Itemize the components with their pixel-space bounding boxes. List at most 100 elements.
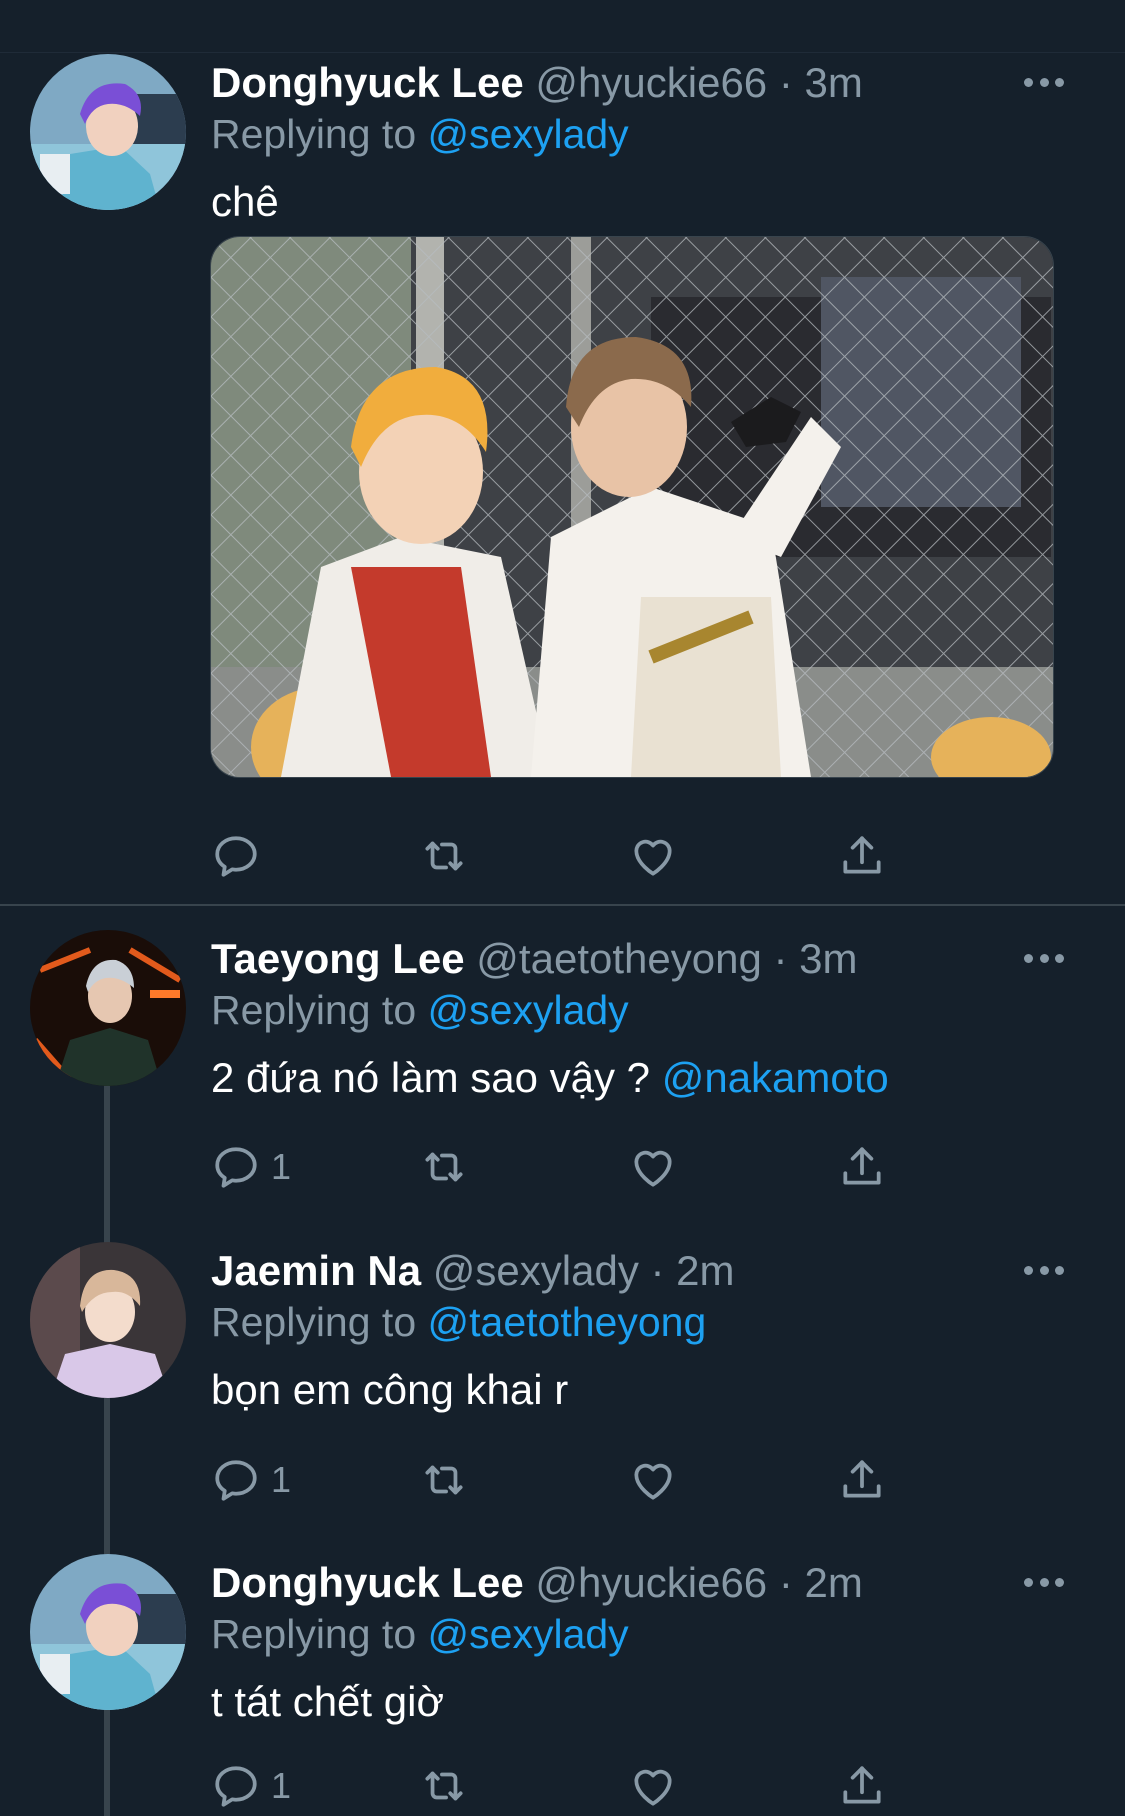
retweet-icon [419, 831, 469, 881]
retweet-button[interactable] [419, 1137, 469, 1197]
like-button[interactable] [628, 1450, 678, 1510]
tweet-header: Taeyong Lee @taetotheyong · 3m [211, 930, 858, 988]
author-handle[interactable]: @hyuckie66 [535, 1559, 767, 1606]
like-icon [628, 1761, 678, 1811]
reply-icon [211, 1142, 261, 1192]
author-handle[interactable]: @taetotheyong [476, 935, 762, 982]
tweet[interactable]: Donghyuck Lee @hyuckie66 · 2m Replying t… [0, 1554, 1125, 1816]
tweet[interactable]: Jaemin Na @sexylady · 2m Replying to @ta… [0, 1242, 1125, 1542]
replying-to-line: Replying to @sexylady [211, 1606, 629, 1662]
tweet-text-content: chê [211, 178, 279, 225]
more-options-icon[interactable] [1024, 1260, 1064, 1280]
tweet-actions: 1 [211, 1450, 931, 1510]
avatar[interactable] [30, 54, 186, 210]
tweet-text-content: bọn em công khai r [211, 1366, 569, 1413]
tweet-actions: 1 [211, 1756, 931, 1816]
share-icon [837, 831, 887, 881]
avatar[interactable] [30, 1554, 186, 1710]
top-bar [0, 0, 1125, 53]
share-icon [837, 1142, 887, 1192]
tweet-text-content: t tát chết giờ [211, 1678, 444, 1725]
retweet-button[interactable] [419, 1450, 469, 1510]
tweet-actions [211, 826, 931, 886]
more-options-icon[interactable] [1024, 1572, 1064, 1592]
like-button[interactable] [628, 826, 678, 886]
tweet-media[interactable] [210, 236, 1054, 778]
author-name[interactable]: Donghyuck Lee [211, 1559, 524, 1606]
replying-to-prefix: Replying to [211, 1299, 417, 1345]
reply-button[interactable]: 1 [211, 1450, 291, 1510]
replying-to-mention[interactable]: @sexylady [428, 987, 629, 1033]
tweet[interactable]: Taeyong Lee @taetotheyong · 3m Replying … [0, 930, 1125, 1230]
avatar[interactable] [30, 930, 186, 1086]
timestamp[interactable]: 2m [676, 1247, 734, 1294]
replying-to-prefix: Replying to [211, 1611, 417, 1657]
like-icon [628, 1455, 678, 1505]
reply-button[interactable]: 1 [211, 1137, 291, 1197]
author-name[interactable]: Donghyuck Lee [211, 59, 524, 106]
avatar-image [30, 54, 186, 210]
retweet-icon [419, 1761, 469, 1811]
separator-dot: · [778, 1559, 793, 1606]
share-button[interactable] [837, 1450, 887, 1510]
share-button[interactable] [837, 1756, 887, 1816]
avatar-image [30, 1242, 186, 1398]
tweet-text: chê [211, 174, 279, 230]
author-handle[interactable]: @sexylady [433, 1247, 639, 1294]
tweet-text: t tát chết giờ [211, 1674, 444, 1730]
share-button[interactable] [837, 826, 887, 886]
avatar-image [30, 930, 186, 1086]
tweet-text-content: 2 đứa nó làm sao vậy ? [211, 1054, 651, 1101]
tweet[interactable]: Donghyuck Lee @hyuckie66 · 3m Replying t… [0, 54, 1125, 902]
tweet-text: 2 đứa nó làm sao vậy ? @nakamoto [211, 1050, 889, 1106]
replying-to-mention[interactable]: @taetotheyong [428, 1299, 707, 1345]
reply-button[interactable] [211, 826, 271, 886]
timestamp[interactable]: 3m [805, 59, 863, 106]
share-button[interactable] [837, 1137, 887, 1197]
separator-dot: · [778, 59, 793, 106]
reply-count: 1 [271, 1146, 292, 1187]
tweet-text: bọn em công khai r [211, 1362, 568, 1418]
separator-dot: · [773, 935, 788, 982]
replying-to-prefix: Replying to [211, 987, 417, 1033]
tweet-text-mention[interactable]: @nakamoto [662, 1054, 889, 1101]
retweet-button[interactable] [419, 826, 469, 886]
media-photo [211, 237, 1053, 777]
tweet-header: Jaemin Na @sexylady · 2m [211, 1242, 735, 1300]
like-button[interactable] [628, 1756, 678, 1816]
reply-count: 1 [271, 1459, 292, 1500]
reply-icon [211, 1761, 261, 1811]
divider [0, 904, 1125, 906]
reply-icon [211, 831, 261, 881]
timestamp[interactable]: 3m [799, 935, 857, 982]
more-options-icon[interactable] [1024, 72, 1064, 92]
retweet-icon [419, 1142, 469, 1192]
author-handle[interactable]: @hyuckie66 [535, 59, 767, 106]
replying-to-line: Replying to @sexylady [211, 982, 629, 1038]
replying-to-prefix: Replying to [211, 111, 417, 157]
share-icon [837, 1455, 887, 1505]
author-name[interactable]: Taeyong Lee [211, 935, 465, 982]
avatar-image [30, 1554, 186, 1710]
more-options-icon[interactable] [1024, 948, 1064, 968]
replying-to-mention[interactable]: @sexylady [428, 111, 629, 157]
share-icon [837, 1761, 887, 1811]
replying-to-line: Replying to @sexylady [211, 106, 629, 162]
like-button[interactable] [628, 1137, 678, 1197]
tweet-actions: 1 [211, 1137, 931, 1197]
reply-icon [211, 1455, 261, 1505]
author-name[interactable]: Jaemin Na [211, 1247, 421, 1294]
replying-to-mention[interactable]: @sexylady [428, 1611, 629, 1657]
retweet-button[interactable] [419, 1756, 469, 1816]
retweet-icon [419, 1455, 469, 1505]
like-icon [628, 831, 678, 881]
avatar[interactable] [30, 1242, 186, 1398]
timestamp[interactable]: 2m [805, 1559, 863, 1606]
tweet-header: Donghyuck Lee @hyuckie66 · 2m [211, 1554, 863, 1612]
replying-to-line: Replying to @taetotheyong [211, 1294, 706, 1350]
like-icon [628, 1142, 678, 1192]
tweet-header: Donghyuck Lee @hyuckie66 · 3m [211, 54, 863, 112]
reply-button[interactable]: 1 [211, 1756, 291, 1816]
reply-count: 1 [271, 1765, 292, 1806]
separator-dot: · [650, 1247, 665, 1294]
